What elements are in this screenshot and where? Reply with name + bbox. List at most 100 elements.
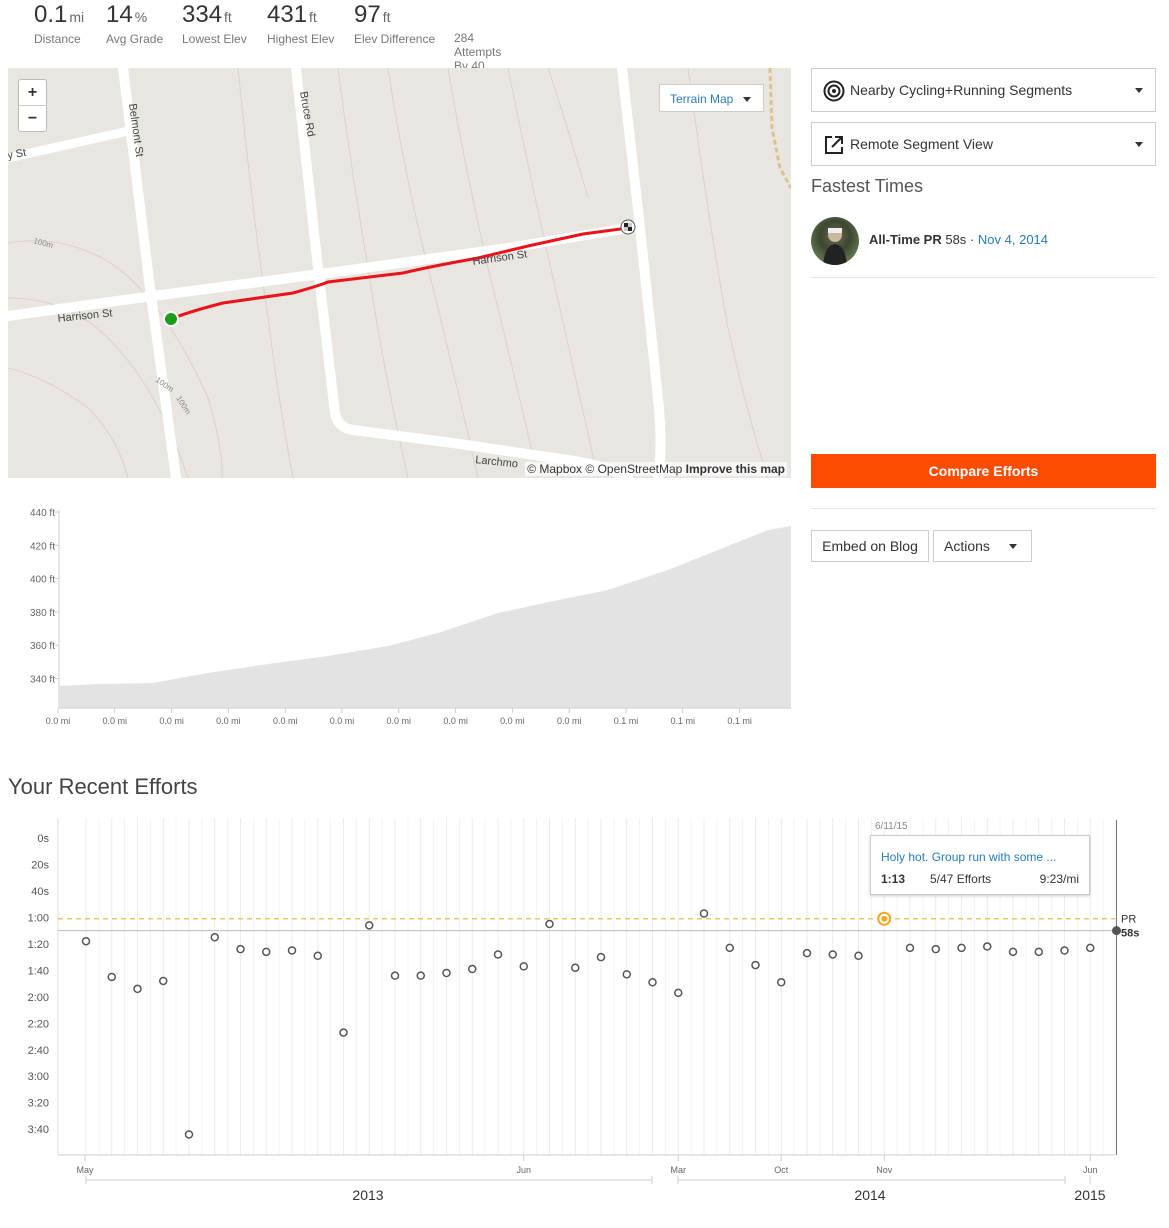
caret-down-icon [1135,88,1143,93]
pr-axis-label: PR [1121,914,1136,926]
effort-y-tick: 1:00 [28,912,49,924]
mapbox-link[interactable]: © Mapbox [527,462,582,476]
effort-x-month: Oct [774,1165,789,1175]
compare-efforts-button[interactable]: Compare Efforts [811,454,1156,488]
effort-point[interactable] [596,952,606,962]
elev-x-tick: 0.0 mi [216,716,241,726]
effort-point[interactable] [262,947,271,957]
year-label: 2013 [352,1187,383,1203]
effort-point[interactable] [571,963,580,972]
effort-y-tick: 1:40 [28,965,49,977]
effort-point[interactable] [674,988,683,998]
elev-y-tick: 400 ft [30,575,55,586]
effort-point[interactable] [107,972,116,982]
stat-avg-grade: 14% Avg Grade [106,1,164,46]
tooltip-efforts: 5/47 Efforts [930,872,992,886]
athlete-avatar[interactable] [811,217,859,265]
stat-elev-difference: 97 ft Elev Difference [354,1,436,46]
divider [811,508,1156,509]
effort-x-month: May [76,1165,94,1175]
effort-point[interactable] [699,909,709,918]
tooltip-activity-link[interactable]: Holy hot. Group run with some ... [881,850,1056,864]
tooltip-time: 1:13 [881,872,906,886]
effort-point-selected[interactable] [1112,926,1121,936]
remote-segment-label: Remote Segment View [850,136,993,152]
street-label-partial: y St [8,147,27,162]
effort-point[interactable] [622,970,631,979]
effort-point[interactable] [184,1130,194,1139]
effort-point[interactable] [339,1028,348,1037]
effort-x-month: Nov [876,1165,893,1175]
effort-x-month: Jun [516,1165,531,1175]
effort-point[interactable] [81,936,91,946]
effort-point[interactable] [519,962,528,971]
zoom-out-button[interactable]: − [19,106,46,131]
year-label: 2014 [854,1187,885,1203]
route-start-marker [163,311,179,327]
effort-y-tick: 20s [31,859,49,871]
remote-segment-view-dropdown[interactable]: Remote Segment View [811,122,1156,166]
effort-point[interactable] [931,944,940,954]
effort-point[interactable] [1060,946,1069,955]
elev-x-tick: 0.0 mi [273,716,298,726]
effort-point[interactable] [236,944,245,954]
effort-point[interactable] [777,978,786,987]
effort-point[interactable] [159,976,168,986]
effort-point[interactable] [802,948,812,958]
osm-link[interactable]: © OpenStreetMap [585,462,682,476]
elev-y-tick: 360 ft [30,641,55,652]
effort-point[interactable] [1086,943,1095,953]
effort-point[interactable] [442,968,451,978]
effort-x-month: Mar [671,1165,687,1175]
pr-date-link[interactable]: Nov 4, 2014 [978,232,1048,247]
effort-y-tick: 2:40 [28,1045,49,1057]
actions-dropdown[interactable]: Actions [933,530,1032,562]
effort-point[interactable] [468,964,477,974]
elev-x-tick: 0.0 mi [46,716,71,726]
effort-point[interactable] [133,984,142,994]
elev-x-tick: 0.0 mi [500,716,525,726]
nearby-segments-dropdown[interactable]: Nearby Cycling+Running Segments [811,68,1156,112]
effort-point[interactable] [905,943,915,953]
zoom-in-button[interactable]: + [19,80,46,106]
effort-point[interactable] [648,978,657,987]
effort-point[interactable] [210,933,219,942]
route-finish-marker [620,219,636,235]
contour-label-1: 100m [32,236,54,250]
effort-point[interactable] [957,943,966,953]
effort-x-month: Jun [1083,1165,1098,1175]
terrain-map-dropdown[interactable]: Terrain Map [659,84,764,112]
effort-y-tick: 40s [31,886,49,898]
effort-point[interactable] [416,971,425,980]
effort-point[interactable] [287,946,297,955]
elev-y-tick: 340 ft [30,675,55,686]
effort-point[interactable] [828,950,837,959]
effort-point[interactable] [545,919,554,929]
pr-summary: All-Time PR 58s · Nov 4, 2014 [869,232,1048,247]
effort-point[interactable] [493,950,503,959]
effort-point[interactable] [725,943,734,953]
elevation-area [59,526,791,708]
effort-point[interactable] [1034,947,1043,957]
target-icon [823,80,845,102]
effort-point[interactable] [854,951,863,961]
effort-y-tick: 3:20 [28,1098,49,1110]
effort-point[interactable] [983,942,992,951]
effort-y-tick: 0s [37,833,49,845]
effort-point[interactable] [751,960,760,970]
recent-efforts-heading: Your Recent Efforts [8,774,198,799]
effort-y-tick: 2:20 [28,1018,49,1030]
effort-tooltip[interactable]: Holy hot. Group run with some ... 1:13 5… [870,835,1090,895]
effort-point[interactable] [390,971,400,980]
actions-label: Actions [944,538,990,554]
embed-on-blog-button[interactable]: Embed on Blog [811,530,929,562]
effort-point[interactable] [1008,947,1018,957]
elev-x-tick: 0.0 mi [387,716,412,726]
contour-label-3: 100m [174,394,192,416]
segment-map[interactable]: Belmont St Bruce Rd Harrison St Harrison… [8,68,791,478]
effort-point[interactable] [365,921,374,930]
improve-map-link[interactable]: Improve this map [686,462,785,476]
effort-point[interactable] [313,951,322,961]
elevation-profile: 440 ft 420 ft 400 ft 380 ft 360 ft 340 ft 0.0 … [8,498,791,738]
elev-x-tick: 0.0 mi [557,716,582,726]
